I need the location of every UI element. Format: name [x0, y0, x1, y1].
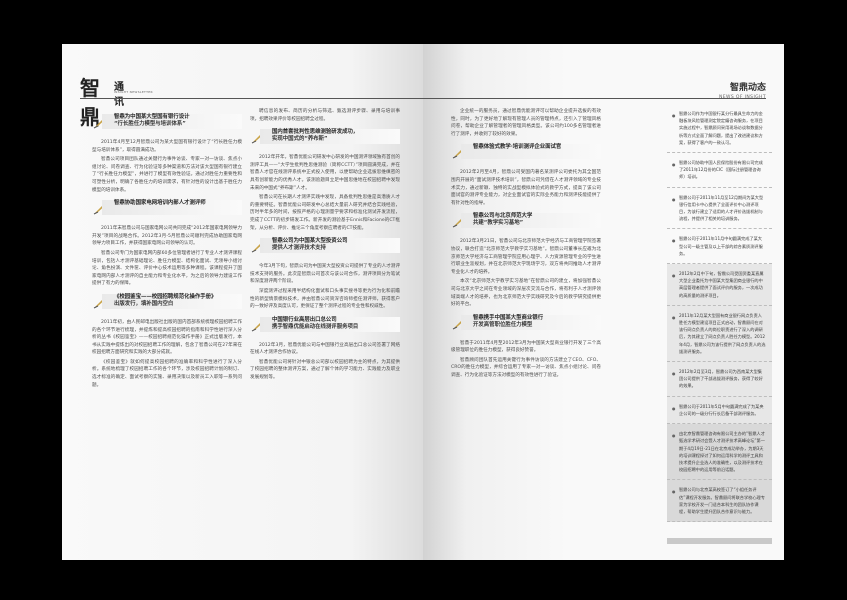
- paragraph: 聘信息的发布、简历的分析与筛选、甄选测评步骤、录用与培训事项，招聘效果评价等校园…: [250, 109, 400, 122]
- left-column-1: 智鼎为中国某大型国有银行设计 “行长胜任力模型与培训体系” 2011年4月至12月…: [92, 108, 242, 391]
- sidebar-item: ● 2012年2月中下旬，智鼎公司受国资委某直属大型企业委托为中国某大型集团商业银…: [667, 264, 772, 306]
- bullet-icon: ●: [672, 113, 676, 118]
- paragraph: 2012年3月，智鼎优能公司与中国银行业高层出口总公司签署了网络在线人才测评合作…: [250, 342, 400, 356]
- sidebar-item: ● 智鼎公司与北京某高校签订了“小组任务评估”课程开发服务。智鼎顾问将联合学校心理…: [667, 480, 772, 523]
- article-heading: 智鼎公司为中国某大型投资公司 提供人才测评技术支持: [250, 235, 400, 257]
- header-rule: [423, 98, 766, 99]
- article-title-line2: 开发高管职位胜任力模型: [473, 321, 533, 328]
- article-title-line2: “行长胜任力模型与培训体系”: [114, 121, 186, 127]
- bullet-icon: ●: [672, 371, 676, 377]
- article-title: 智鼎体验式教学·培训测评企业面试官: [473, 144, 562, 151]
- bullet-icon: ●: [672, 433, 676, 439]
- paragraph: 2012年3月21日，智鼎公司与北京师范大学经济与工商管理学院签署协议，联合打造…: [451, 239, 601, 275]
- paragraph: 2012年开年，智鼎优能公司研发中心研发的中国测评领域独有首创的测评工具——“大…: [250, 155, 400, 191]
- sidebar-item: ● 2011年12月某大型国有商业银行网点负责人胜任力模型建设项目正式启动，智鼎顾…: [667, 305, 772, 363]
- paragraph: 今年3月下旬，智鼎公司为中国某大型投资公司提供了专业的人才测评技术支持的服务。此…: [250, 264, 400, 285]
- magazine-spread: 智鼎 通讯 INSIGHT NEWSLETTER 智鼎为中国某大型国有银行设计 “…: [62, 44, 784, 560]
- paragraph: 智鼎于2011年4月至2012年3月为中国某大型商业银行开发了三个高级管理职位的…: [451, 340, 601, 354]
- section-title: 智鼎动态: [729, 83, 766, 93]
- right-column-1: 企业统一的服务员，通过智鼎优能测评可以帮助企业提升选拔的有效性，同时，为了更好地…: [451, 108, 601, 382]
- bullet-icon: ●: [672, 162, 676, 168]
- paragraph: 2011年4月至12月智鼎公司为某大型国有银行设计了“行长胜任力模型与培训体系”…: [92, 140, 242, 153]
- right-page: 智鼎动态 NEWS OF INSIGHT 企业统一的服务员，通过智鼎优能测评可以…: [423, 44, 784, 560]
- paragraph: 2011年末智鼎公司与国家电网公司共同完成“2012年国家电网领导力开发”项目的…: [92, 226, 242, 247]
- sidebar-item: ● 智鼎公司于2011年11月至12月期间为某大型银行信用卡中心提供了全面评价中心…: [667, 188, 772, 230]
- bullet-icon: ●: [672, 405, 676, 411]
- logo-subtitle: INSIGHT NEWSLETTER: [114, 90, 153, 94]
- paragraph: 《校园鉴宝》就如何提高校园招聘的准确率和科学性进行了深入分析。系统地梳理了校园招…: [92, 359, 242, 388]
- sidebar-item: ● 智鼎公司协助中国人民保险股份有限公司完成了2011年12月份的CIC（国际注册…: [667, 153, 772, 188]
- paragraph: 智鼎顾问团队首先运用关键行为事件访谈的方法建立了CEO、CFO、CRO的胜任力模…: [451, 357, 601, 379]
- sidebar-footer-bar: [667, 538, 772, 544]
- paragraph: 智鼎公司专门为国家电网内部60多位管理者进行了专业人才测评课程培训，包括人才测评…: [92, 250, 242, 287]
- bullet-icon: ●: [672, 489, 676, 495]
- article-title: 中国银行业高层出口总公司: [272, 316, 337, 323]
- article-title-line2: 实现中国式的“养布斯”: [272, 136, 328, 143]
- article-heading: 智鼎体验式教学·培训测评企业面试官: [451, 141, 601, 163]
- article-title: 《校园鉴宝——校园招聘规范化操作手册》: [114, 293, 217, 300]
- sidebar-item: ● 智鼎公司于2011年11月中旬圆满完成了某大型公司一级主管及以上干部的综合素质…: [667, 229, 772, 265]
- article-title-line2: 出版发行，填补国内空白: [114, 300, 174, 307]
- news-sidebar: ● 智鼎公司作为中国银行某分行最具生命力的金融板块风险管理测定院定编咨询服务，在项…: [667, 104, 772, 544]
- article-title: 智鼎为中国某大型国有银行设计: [114, 114, 190, 120]
- bullet-icon: ●: [672, 238, 676, 244]
- header-rule: [80, 98, 423, 99]
- paragraph: 企业统一的服务员，通过智鼎优能测评可以帮助企业提升选拔的有效性，同时，为了更好地…: [451, 109, 601, 137]
- bullet-icon: ●: [672, 273, 676, 279]
- sidebar-item: ● 2012年2月至3月，智鼎公司为西南某大型集团公司提供了干部选拔测评服务，获得…: [667, 362, 772, 397]
- article-heading: 智鼎携手中国某大型商业银行 开发高管职位胜任力模型: [451, 312, 601, 334]
- article-title-line2: 提供人才测评技术支持: [272, 245, 326, 252]
- bullet-icon: ●: [672, 196, 676, 202]
- paragraph: 2011年初，由人民邮电出版社出版的国内首部系统梳理校园招聘工作的各个环节进行梳…: [92, 319, 242, 356]
- bullet-icon: ●: [672, 314, 676, 320]
- article-title: 智鼎协助国家电网培训内部人才测评师: [114, 200, 206, 207]
- article-title-line2: 携手智鼎优能启动在线测评服务项目: [272, 323, 359, 330]
- article-heading: 智鼎公司与北京师范大学 共建“教学实习基地”: [451, 210, 601, 232]
- left-page: 智鼎 通讯 INSIGHT NEWSLETTER 智鼎为中国某大型国有银行设计 “…: [62, 44, 423, 560]
- article-title: 智鼎携手中国某大型商业银行: [473, 314, 544, 321]
- paragraph: 本次“北京师范大学教学实习基地”在智鼎公司的建立，将加强智鼎公司与北京大学之间在…: [451, 279, 601, 308]
- sidebar-item: ● 智鼎公司作为中国银行某分行最具生命力的金融板块风险管理测定院定编咨询服务，在项…: [667, 104, 772, 154]
- article-heading: 智鼎为中国某大型国有银行设计 “行长胜任力模型与培训体系”: [92, 111, 242, 133]
- article-heading: 智鼎协助国家电网培训内部人才测评师: [92, 197, 242, 219]
- paragraph: 深度测评过程采用半结构化面试和口头事实搜寻等更为行为化和前瞻性的新型情景模拟技术…: [250, 288, 400, 310]
- article-heading: 《校园鉴宝——校园招聘规范化操作手册》 出版发行，填补国内空白: [92, 291, 242, 313]
- article-heading: 中国银行业高层出口总公司 携手智鼎优能启动在线测评服务项目: [250, 314, 400, 336]
- sidebar-item: ● 由北京智鼎管理咨询有限公司主办的“智鼎人才甄选学术研讨会暨人才测评技术高峰论坛…: [667, 424, 772, 481]
- left-column-2: 聘信息的发布、简历的分析与筛选、甄选测评步骤、录用与培训事项，招聘效果评价等校园…: [250, 108, 400, 384]
- paragraph: 智鼎公司在长期人才测评实践中发现，具备批判性思维是高潜质人才的重要特征。智鼎优能…: [250, 195, 400, 231]
- article-title-line2: 共建“教学实习基地”: [473, 220, 524, 227]
- paragraph: 2012年2月至4月，智鼎公司受国内著名某测评公司委托为其全国范围内开展的“面试…: [451, 170, 601, 206]
- sidebar-item: ● 智鼎公司于2011年5月中旬圆满完成了为某央企公司的一级分行行长后备干部测评服…: [667, 396, 772, 425]
- section-header: 智鼎动态 NEWS OF INSIGHT: [719, 80, 766, 100]
- paragraph: 智鼎优能公司将针对中银总公司部以校园招聘为主的特点，为其提供了校园招聘的整体测评…: [250, 359, 400, 381]
- article-heading: 国内首套批判性思维测验研发成功， 实现中国式的“养布斯”: [250, 126, 400, 148]
- paragraph: 智鼎公司项目团队通过关键行为事件访谈、专家一对一访谈、焦点小组讨论、问卷调查、行…: [92, 157, 242, 193]
